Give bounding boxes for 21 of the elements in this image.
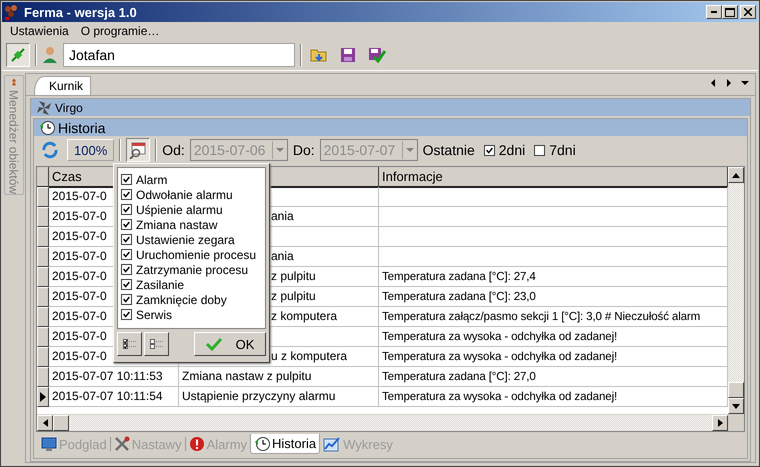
table-cell: 2015-07-07 10:11:53	[49, 367, 179, 387]
checkbox-label: 2dni	[498, 142, 526, 158]
section-title: Historia	[58, 120, 106, 136]
checkbox-label: Alarm	[136, 172, 168, 186]
panel-title: Virgo	[55, 100, 83, 114]
table-cell: Temperatura za wysoka - odchyłka od zadanej!	[379, 387, 728, 407]
from-label: Od:	[162, 142, 185, 158]
window-title: Ferma - wersja 1.0	[24, 4, 138, 20]
table-cell: Temperatura załącz/pasmo sekcji 1 [°C]: 3,0 # Nieczułość alarm	[379, 307, 728, 327]
checkbox-label: 7dni	[549, 142, 576, 158]
table-cell: Ustąpienie przyczyny alarmu	[179, 387, 379, 407]
table-cell: Temperatura za wysoka - odchyłka od zadanej!	[379, 327, 728, 347]
table-cell: Temperatura za wysoka - odchyłka od zadanej!	[379, 347, 728, 367]
table-cell: Temperatura zadana [°C]: 27,4	[379, 267, 728, 287]
table-cell: Temperatura zadana [°C]: 23,0	[379, 287, 728, 307]
table-cell: Temperatura zadana [°C]: 27,0	[379, 367, 728, 387]
to-label: Do:	[292, 142, 315, 158]
checkbox-label: Serwis	[136, 308, 172, 322]
recent-label: Ostatnie	[422, 142, 475, 158]
table-cell: Zmiana nastaw z pulpitu	[179, 367, 379, 387]
table-cell: 2015-07-07 10:11:54	[49, 387, 179, 407]
